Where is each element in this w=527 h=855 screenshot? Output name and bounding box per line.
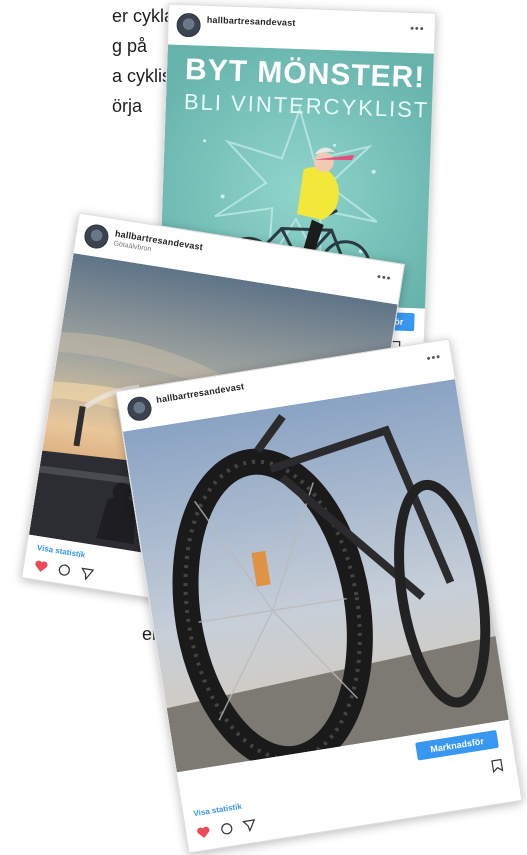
- post-image[interactable]: [122, 378, 511, 773]
- post-header: hallbartresandevast •••: [168, 4, 435, 51]
- heart-icon[interactable]: [33, 559, 49, 574]
- heart-icon[interactable]: [196, 825, 212, 840]
- doc-line-2: g på: [112, 36, 148, 56]
- more-icon[interactable]: •••: [410, 23, 425, 36]
- doc-line-4: örja: [112, 96, 143, 116]
- view-stats-link[interactable]: Visa statistik: [193, 802, 243, 819]
- comment-icon[interactable]: [219, 821, 234, 836]
- more-icon[interactable]: •••: [376, 271, 392, 285]
- share-icon[interactable]: [242, 818, 257, 833]
- action-bar: [33, 559, 95, 581]
- view-stats-link[interactable]: Visa statistik: [36, 543, 86, 560]
- bicycle-photo: [122, 378, 511, 773]
- username[interactable]: hallbartresandevast: [156, 381, 245, 405]
- bookmark-icon[interactable]: [491, 758, 504, 773]
- avatar[interactable]: [125, 395, 154, 423]
- more-icon[interactable]: •••: [426, 351, 442, 365]
- username[interactable]: hallbartresandevast: [207, 15, 296, 28]
- avatar[interactable]: [82, 222, 111, 251]
- promote-button[interactable]: Marknadsför: [415, 729, 499, 761]
- share-icon[interactable]: [80, 566, 95, 581]
- comment-icon[interactable]: [57, 563, 72, 578]
- action-bar: [196, 818, 257, 840]
- post-bicycle[interactable]: hallbartresandevast ••• Marknadsför Visa…: [115, 338, 523, 854]
- doc-line-1: er cykla: [112, 6, 175, 26]
- avatar[interactable]: [176, 12, 202, 38]
